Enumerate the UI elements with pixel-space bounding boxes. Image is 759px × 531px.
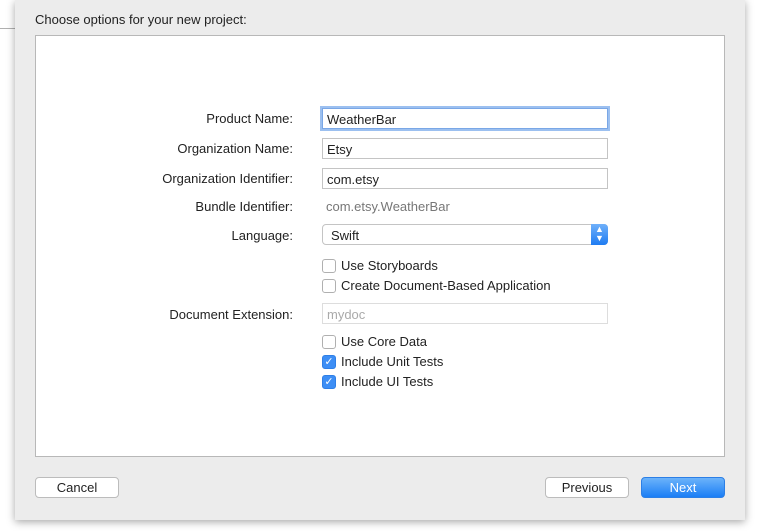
bundle-identifier-label: Bundle Identifier: — [195, 199, 293, 214]
previous-button[interactable]: Previous — [545, 477, 629, 498]
document-based-label: Create Document-Based Application — [341, 278, 551, 293]
organization-identifier-label: Organization Identifier: — [162, 171, 293, 186]
product-name-label: Product Name: — [206, 111, 293, 126]
include-unit-tests-label: Include Unit Tests — [341, 354, 444, 369]
include-ui-tests-label: Include UI Tests — [341, 374, 434, 389]
document-extension-label: Document Extension: — [169, 307, 293, 322]
document-extension-input[interactable]: mydoc — [322, 303, 608, 324]
options-panel: Product Name: WeatherBar Organization Na… — [35, 35, 725, 457]
include-ui-tests-checkbox[interactable]: ✓ Include UI Tests — [322, 374, 433, 389]
include-unit-tests-checkbox[interactable]: ✓ Include Unit Tests — [322, 354, 443, 369]
bundle-identifier-value: com.etsy.WeatherBar — [326, 199, 450, 214]
new-project-dialog: Choose options for your new project: Pro… — [15, 0, 745, 520]
organization-identifier-input[interactable]: com.etsy — [322, 168, 608, 189]
language-label: Language: — [231, 228, 293, 243]
cancel-button[interactable]: Cancel — [35, 477, 119, 498]
chevron-up-down-icon: ▲ ▼ — [591, 224, 608, 245]
language-value: Swift — [331, 228, 360, 243]
background-divider — [0, 28, 16, 29]
use-storyboards-checkbox[interactable]: Use Storyboards — [322, 258, 438, 273]
product-name-input[interactable]: WeatherBar — [322, 108, 608, 129]
language-select[interactable]: Swift ▲ ▼ — [322, 224, 608, 245]
checkbox-icon — [322, 334, 336, 349]
document-based-checkbox[interactable]: Create Document-Based Application — [322, 278, 551, 293]
organization-name-label: Organization Name: — [177, 141, 293, 156]
use-storyboards-label: Use Storyboards — [341, 258, 438, 273]
checkmark-icon: ✓ — [322, 374, 336, 389]
organization-name-input[interactable]: Etsy — [322, 138, 608, 159]
checkbox-icon — [322, 258, 336, 273]
dialog-title: Choose options for your new project: — [35, 12, 247, 27]
next-button[interactable]: Next — [641, 477, 725, 498]
checkmark-icon: ✓ — [322, 354, 336, 369]
checkbox-icon — [322, 278, 336, 293]
use-core-data-label: Use Core Data — [341, 334, 427, 349]
use-core-data-checkbox[interactable]: Use Core Data — [322, 334, 427, 349]
